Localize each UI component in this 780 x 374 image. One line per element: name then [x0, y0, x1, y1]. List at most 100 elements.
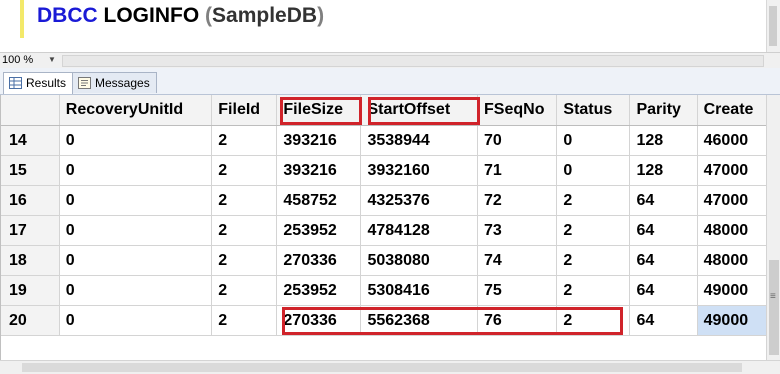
- table-cell[interactable]: 128: [629, 155, 698, 186]
- row-number[interactable]: 16: [1, 185, 60, 216]
- zoom-value: 100 %: [2, 54, 34, 66]
- table-cell[interactable]: 270336: [276, 305, 362, 336]
- table-cell[interactable]: 2: [556, 245, 631, 276]
- row-number[interactable]: 17: [1, 215, 60, 246]
- table-cell[interactable]: 72: [477, 185, 558, 216]
- table-cell[interactable]: 270336: [276, 245, 362, 276]
- table-cell[interactable]: 2: [556, 275, 631, 306]
- tab-messages[interactable]: Messages: [72, 72, 157, 93]
- table-cell[interactable]: 47000: [697, 185, 768, 216]
- table-cell[interactable]: 458752: [276, 185, 362, 216]
- column-header[interactable]: Status: [556, 95, 631, 126]
- table-cell[interactable]: 2: [211, 185, 278, 216]
- header-row: RecoveryUnitId FileId FileSize StartOffset F…: [1, 95, 768, 126]
- table-cell[interactable]: 128: [629, 125, 698, 156]
- tab-results-label: Results: [26, 76, 67, 90]
- table-cell[interactable]: 70: [477, 125, 558, 156]
- column-header[interactable]: FileId: [211, 95, 278, 126]
- table-cell[interactable]: 393216: [276, 155, 362, 186]
- query-text[interactable]: DBCC LOGINFO (SampleDB): [37, 3, 324, 29]
- table-cell[interactable]: 75: [477, 275, 558, 306]
- row-number[interactable]: 14: [1, 125, 60, 156]
- table-cell[interactable]: 393216: [276, 125, 362, 156]
- zoom-select[interactable]: 100 % ▼: [2, 53, 60, 67]
- column-header[interactable]: StartOffset: [360, 95, 479, 126]
- grid-vertical-scrollbar[interactable]: ≡: [766, 95, 780, 360]
- table-row[interactable]: 17 0 2 253952 4784128 73 2 64 48000: [1, 215, 768, 246]
- row-number[interactable]: 18: [1, 245, 60, 276]
- chevron-down-icon[interactable]: ▼: [46, 53, 58, 67]
- query-close-paren: ): [317, 4, 325, 27]
- table-row[interactable]: 16 0 2 458752 4325376 72 2 64 47000: [1, 185, 768, 216]
- table-row[interactable]: 14 0 2 393216 3538944 70 0 128 46000: [1, 125, 768, 156]
- messages-icon: [78, 77, 91, 89]
- table-cell[interactable]: 0: [59, 185, 213, 216]
- table-cell[interactable]: 3932160: [360, 155, 479, 186]
- table-cell[interactable]: 2: [211, 245, 278, 276]
- table-cell[interactable]: 2: [556, 305, 631, 336]
- table-cell[interactable]: 64: [629, 245, 698, 276]
- query-open-paren: (: [205, 4, 213, 27]
- table-cell[interactable]: 4784128: [360, 215, 479, 246]
- column-header[interactable]: Create: [697, 95, 768, 126]
- column-header[interactable]: FSeqNo: [477, 95, 558, 126]
- row-number[interactable]: 19: [1, 275, 60, 306]
- table-cell[interactable]: 0: [59, 215, 213, 246]
- table-cell[interactable]: 64: [629, 305, 698, 336]
- tab-messages-label: Messages: [95, 76, 150, 90]
- table-cell[interactable]: 2: [211, 305, 278, 336]
- table-cell[interactable]: 2: [211, 155, 278, 186]
- query-editor[interactable]: DBCC LOGINFO (SampleDB): [0, 0, 780, 52]
- table-cell[interactable]: 2: [211, 275, 278, 306]
- results-grid[interactable]: RecoveryUnitId FileId FileSize StartOffset F…: [0, 95, 768, 360]
- table-cell[interactable]: 64: [629, 215, 698, 246]
- table-cell[interactable]: 2: [556, 185, 631, 216]
- table-cell[interactable]: 4325376: [360, 185, 479, 216]
- table-cell[interactable]: 0: [59, 245, 213, 276]
- table-cell[interactable]: 73: [477, 215, 558, 246]
- table-cell[interactable]: 49000: [696, 305, 768, 336]
- table-cell[interactable]: 47000: [697, 155, 768, 186]
- table-cell[interactable]: 0: [59, 155, 213, 186]
- table-cell[interactable]: 2: [556, 215, 631, 246]
- table-row[interactable]: 18 0 2 270336 5038080 74 2 64 48000: [1, 245, 768, 276]
- row-number-header[interactable]: [1, 95, 60, 126]
- table-cell[interactable]: 74: [477, 245, 558, 276]
- column-header[interactable]: FileSize: [276, 95, 362, 126]
- row-number[interactable]: 20: [1, 305, 60, 336]
- table-cell[interactable]: 2: [211, 125, 278, 156]
- table-cell[interactable]: 253952: [276, 215, 362, 246]
- editor-vertical-scrollbar[interactable]: [766, 0, 780, 52]
- table-row[interactable]: 15 0 2 393216 3932160 71 0 128 47000: [1, 155, 768, 186]
- table-cell[interactable]: 2: [211, 215, 278, 246]
- table-cell[interactable]: 0: [59, 305, 213, 336]
- table-cell[interactable]: 48000: [697, 245, 768, 276]
- table-row[interactable]: 19 0 2 253952 5308416 75 2 64 49000: [1, 275, 768, 306]
- grid-horizontal-scrollbar[interactable]: [0, 360, 780, 374]
- table-row[interactable]: 20 0 2 270336 5562368 76 2 64 49000: [1, 305, 768, 336]
- editor-scroll-thumb[interactable]: [769, 6, 777, 46]
- table-cell[interactable]: 46000: [697, 125, 768, 156]
- table-cell[interactable]: 71: [477, 155, 558, 186]
- tab-results[interactable]: Results: [3, 72, 74, 94]
- grid-vertical-scroll-thumb[interactable]: [769, 260, 779, 355]
- table-cell[interactable]: 76: [477, 305, 558, 336]
- table-cell[interactable]: 253952: [276, 275, 362, 306]
- table-cell[interactable]: 48000: [697, 215, 768, 246]
- column-header[interactable]: Parity: [629, 95, 698, 126]
- column-header[interactable]: RecoveryUnitId: [59, 95, 213, 126]
- table-cell[interactable]: 5562368: [360, 305, 479, 336]
- table-cell[interactable]: 49000: [697, 275, 768, 306]
- table-cell[interactable]: 0: [556, 155, 631, 186]
- table-cell[interactable]: 5038080: [360, 245, 479, 276]
- table-cell[interactable]: 5308416: [360, 275, 479, 306]
- table-cell[interactable]: 64: [629, 185, 698, 216]
- table-cell[interactable]: 3538944: [360, 125, 479, 156]
- table-cell[interactable]: 0: [59, 275, 213, 306]
- grid-horizontal-scroll-thumb[interactable]: [22, 363, 742, 372]
- table-cell[interactable]: 64: [629, 275, 698, 306]
- editor-horizontal-scrollbar[interactable]: [62, 55, 764, 67]
- row-number[interactable]: 15: [1, 155, 60, 186]
- table-cell[interactable]: 0: [556, 125, 631, 156]
- table-cell[interactable]: 0: [59, 125, 213, 156]
